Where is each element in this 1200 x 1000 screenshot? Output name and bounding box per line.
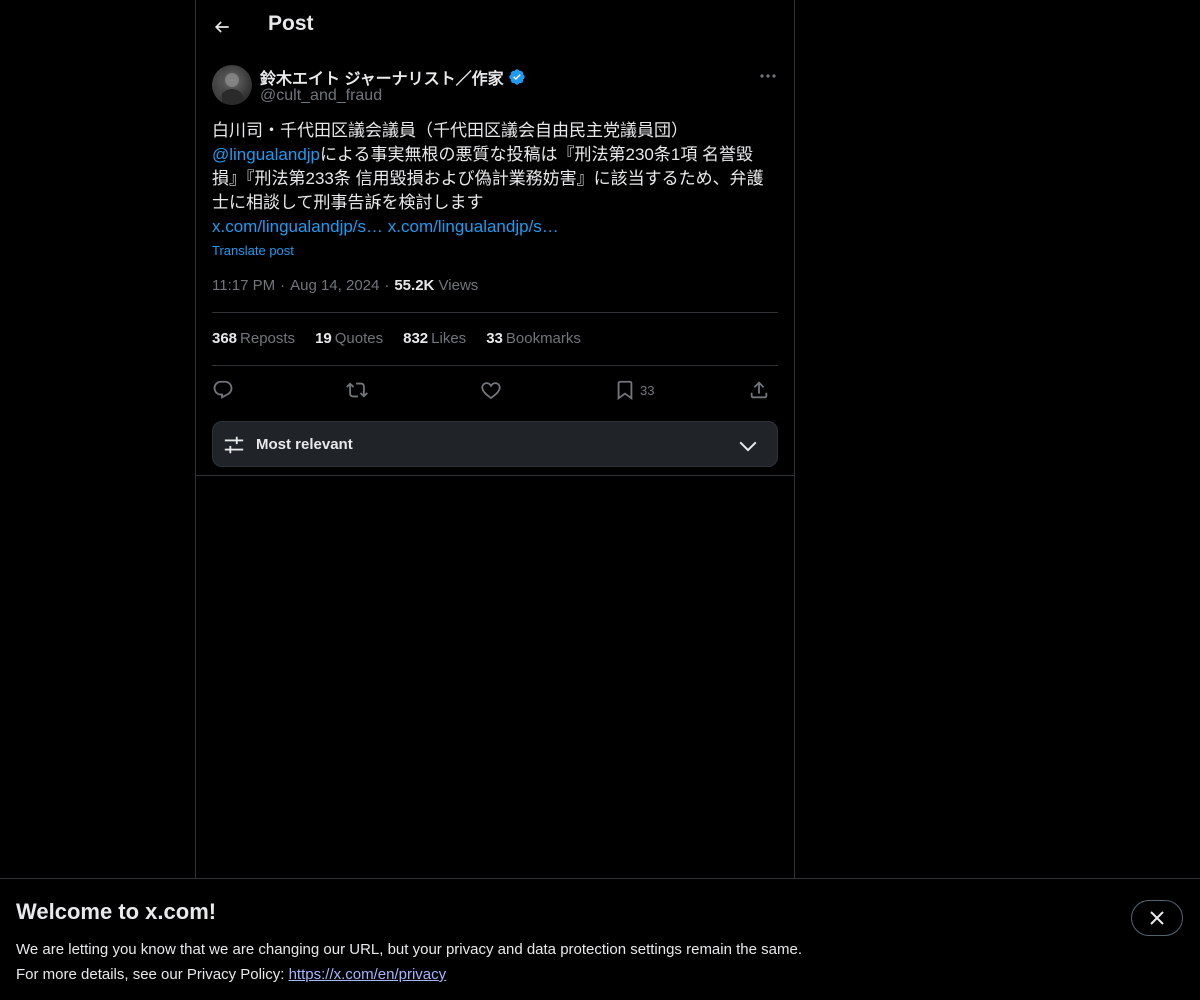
share-button[interactable] [748, 374, 770, 406]
post-stats: 368 Reposts 19 Quotes 832 Likes 33 Bookmarks [212, 330, 581, 347]
close-icon [1150, 911, 1164, 925]
reposts-stat[interactable]: 368 Reposts [212, 330, 295, 347]
quotes-label: Quotes [334, 330, 384, 347]
likes-stat[interactable]: 832 Likes [403, 330, 466, 347]
views-label: Views [438, 277, 479, 294]
close-banner-button[interactable] [1131, 900, 1183, 936]
author-name-text: 鈴木エイト ジャーナリスト／作家 [260, 71, 504, 88]
post-actions: 33 [212, 374, 778, 406]
more-dots-icon [760, 74, 776, 78]
reposts-count: 368 [212, 330, 238, 347]
url-link-2[interactable]: x.com/lingualandjp/s… [388, 217, 559, 236]
divider [212, 312, 778, 313]
page-header: Post [196, 0, 794, 54]
like-button[interactable] [480, 374, 502, 406]
post-text: 白川司・千代田区議会議員（千代田区議会自由民主党議員団） @lingualand… [212, 119, 778, 239]
translate-post-button[interactable]: Translate post [212, 243, 294, 258]
reply-icon [213, 380, 233, 399]
likes-count: 832 [403, 330, 429, 347]
quotes-stat[interactable]: 19 Quotes [315, 330, 383, 347]
likes-label: Likes [431, 330, 467, 347]
post-author: 鈴木エイト ジャーナリスト／作家 @cult_and_fraud [212, 64, 778, 106]
bookmark-icon [617, 380, 633, 401]
bookmarks-label: Bookmarks [505, 330, 581, 347]
privacy-policy-link[interactable]: https://x.com/en/privacy [289, 966, 447, 983]
bookmarks-stat[interactable]: 33 Bookmarks [486, 330, 581, 347]
banner-line2-prefix: For more details, see our Privacy Policy… [16, 966, 289, 983]
post-date[interactable]: Aug 14, 2024 [290, 277, 379, 294]
bookmark-button[interactable]: 33 [614, 374, 654, 406]
post-text-line1: 白川司・千代田区議会議員（千代田区議会自由民主党議員団） [212, 121, 688, 140]
author-name[interactable]: 鈴木エイト ジャーナリスト／作家 [260, 65, 526, 89]
quotes-count: 19 [315, 330, 332, 347]
separator-dot: · [384, 277, 390, 294]
sliders-icon [224, 436, 244, 454]
main-column: Post 鈴木エイト ジャーナリスト／作家 @cult_and_fraud 白川… [195, 0, 795, 878]
sort-label: Most relevant [256, 436, 353, 453]
reply-sort-dropdown[interactable]: Most relevant [212, 421, 778, 467]
post-meta: 11:17 PM · Aug 14, 2024 · 55.2K Views [212, 277, 478, 294]
page-title: Post [268, 12, 314, 35]
avatar[interactable] [212, 65, 252, 105]
mention-link[interactable]: @lingualandjp [212, 145, 320, 164]
author-handle[interactable]: @cult_and_fraud [260, 87, 382, 105]
back-button[interactable] [204, 9, 240, 45]
heart-icon [481, 382, 501, 400]
repost-button[interactable] [346, 374, 368, 406]
banner-line1: We are letting you know that we are chan… [16, 941, 802, 958]
repost-icon [346, 382, 368, 398]
reposts-label: Reposts [240, 330, 296, 347]
reply-button[interactable] [212, 374, 234, 406]
post-time[interactable]: 11:17 PM [212, 277, 275, 294]
url-link-1[interactable]: x.com/lingualandjp/s… [212, 217, 383, 236]
banner-title: Welcome to x.com! [16, 899, 217, 924]
divider [212, 365, 778, 366]
chevron-down-icon [739, 441, 757, 452]
share-icon [750, 381, 768, 399]
bookmarks-count: 33 [486, 330, 503, 347]
separator-dot: · [280, 277, 286, 294]
verified-badge-icon [508, 69, 525, 85]
bookmark-count: 33 [640, 382, 655, 398]
avatar-image [212, 65, 246, 105]
arrow-left-icon [214, 21, 229, 33]
views-count: 55.2K [394, 277, 435, 294]
welcome-banner: Welcome to x.com! We are letting you kno… [0, 878, 1200, 1000]
banner-text: We are letting you know that we are chan… [16, 937, 802, 987]
divider [196, 475, 794, 476]
more-options-button[interactable] [752, 64, 784, 88]
